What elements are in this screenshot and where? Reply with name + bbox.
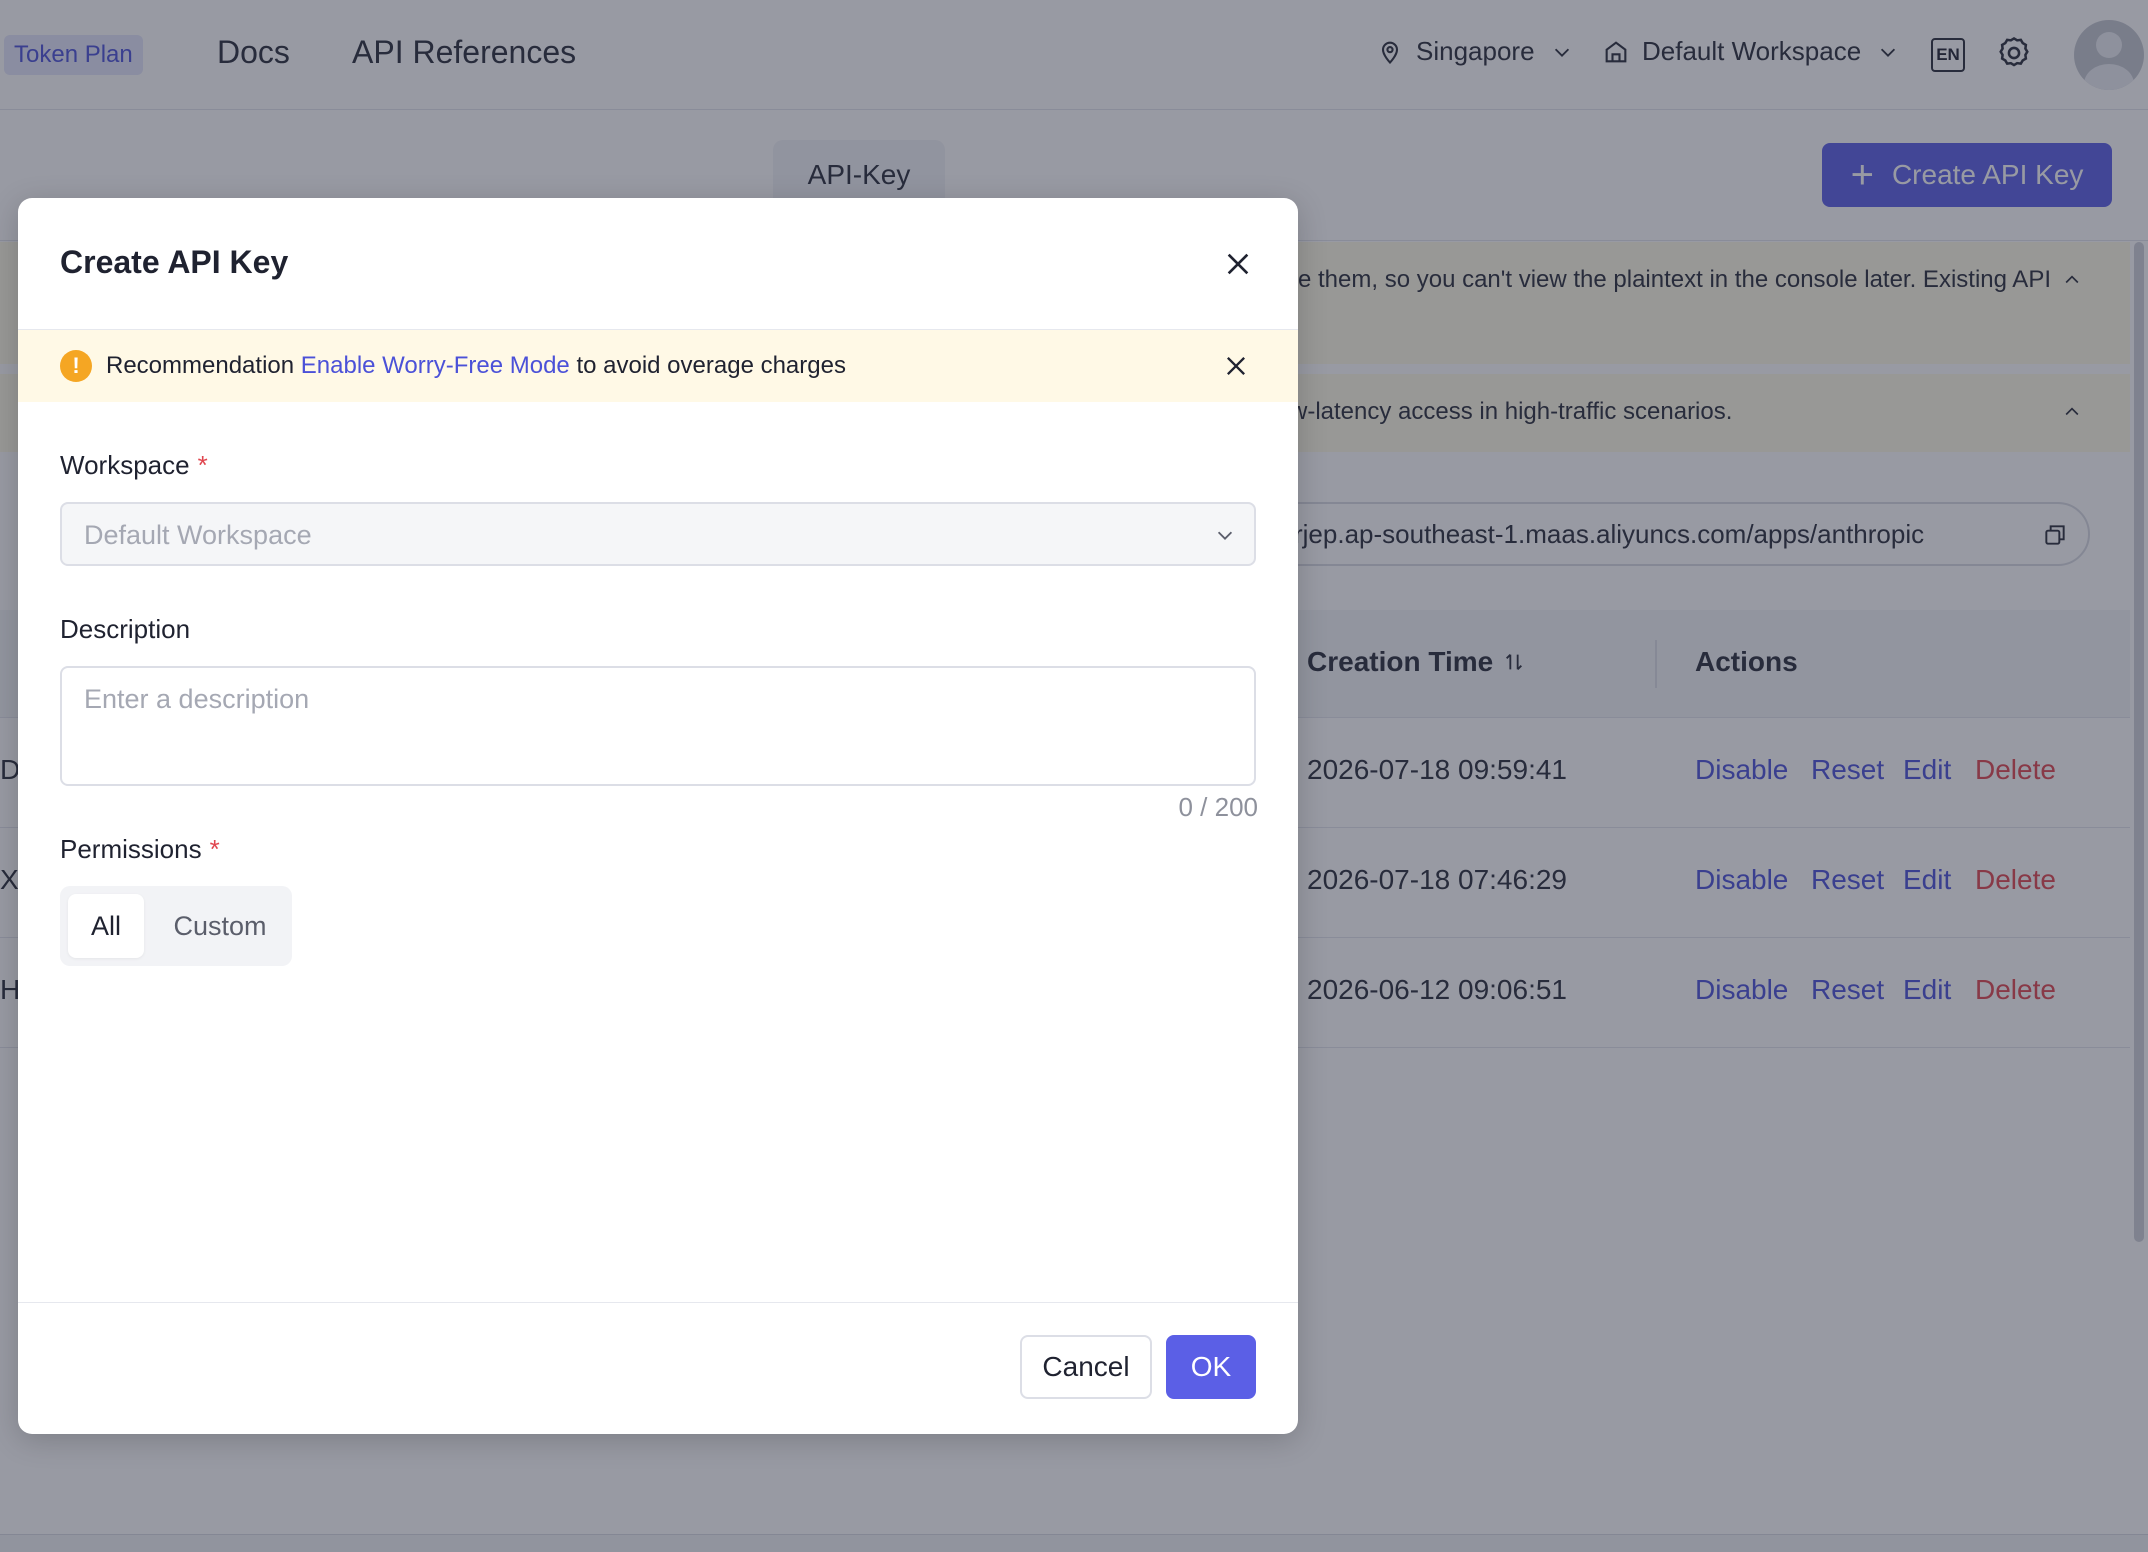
workspace-select-value: Default Workspace xyxy=(84,520,312,550)
required-asterisk: * xyxy=(209,834,220,864)
chevron-down-icon xyxy=(1217,531,1233,540)
description-input[interactable] xyxy=(60,666,1256,786)
close-icon[interactable] xyxy=(1222,248,1254,280)
warning-icon: ! xyxy=(60,350,92,382)
dialog-title: Create API Key xyxy=(60,244,289,280)
character-counter: 0 / 200 xyxy=(1178,792,1258,822)
permissions-segmented-control: All Custom xyxy=(60,886,292,966)
permissions-field-label: Permissions * xyxy=(60,834,220,865)
recommendation-prefix: Recommendation xyxy=(106,352,295,379)
dialog-footer: Cancel OK xyxy=(18,1302,1298,1434)
permissions-label-text: Permissions xyxy=(60,834,202,864)
description-field-label: Description xyxy=(60,614,191,644)
workspace-select[interactable]: Default Workspace xyxy=(60,502,1256,566)
workspace-label-text: Workspace xyxy=(60,450,190,480)
required-asterisk: * xyxy=(197,450,208,480)
create-api-key-dialog: Create API Key ! Recommendation Enable W… xyxy=(18,198,1298,1434)
recommendation-suffix: to avoid overage charges xyxy=(576,352,846,379)
recommendation-text: Recommendation Enable Worry-Free Mode to… xyxy=(106,352,846,380)
permission-option-custom[interactable]: Custom xyxy=(156,894,284,958)
workspace-field-label: Workspace * xyxy=(60,450,208,481)
permission-option-all[interactable]: All xyxy=(68,894,144,958)
recommendation-banner: ! Recommendation Enable Worry-Free Mode … xyxy=(18,330,1298,402)
close-icon[interactable] xyxy=(1222,352,1250,380)
dialog-header: Create API Key xyxy=(18,198,1298,330)
enable-worry-free-mode-link[interactable]: Enable Worry-Free Mode xyxy=(301,352,570,379)
ok-button[interactable]: OK xyxy=(1166,1335,1256,1399)
cancel-button[interactable]: Cancel xyxy=(1020,1335,1152,1399)
